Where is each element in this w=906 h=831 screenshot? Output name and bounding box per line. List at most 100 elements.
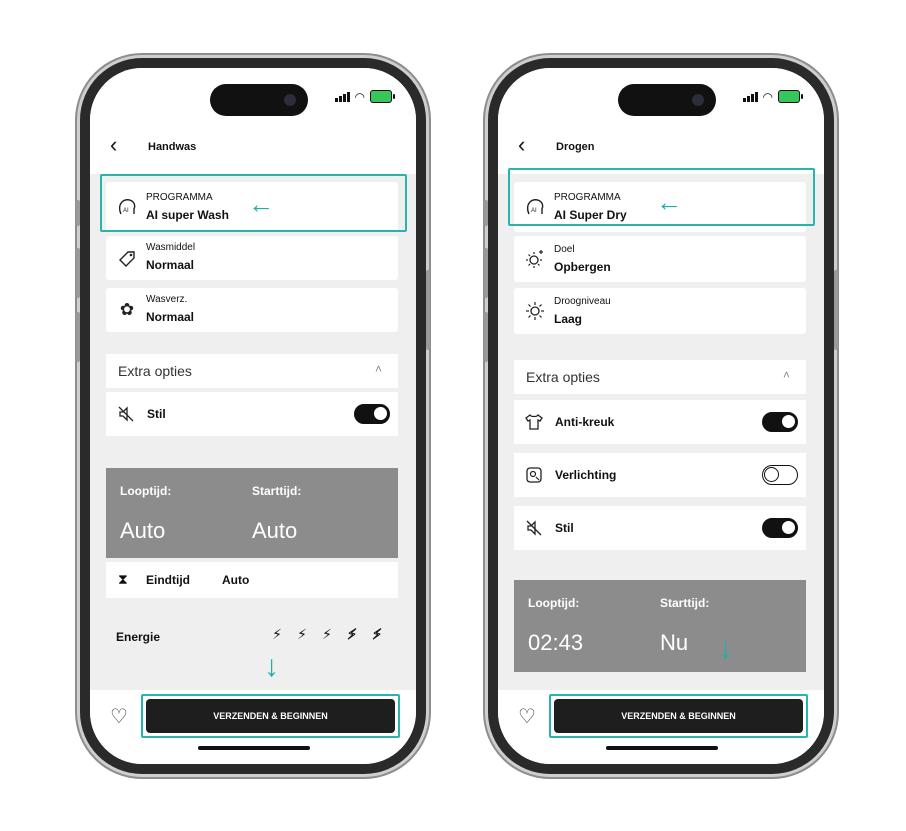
- starttime-label: Starttijd:: [660, 596, 710, 610]
- volume-down-button: [76, 312, 80, 362]
- heart-icon[interactable]: ♡: [110, 704, 128, 729]
- goal-card[interactable]: Doel Opbergen: [514, 236, 806, 282]
- option-label: Stil: [555, 521, 574, 535]
- app-header: ‹ Drogen: [498, 124, 824, 174]
- camera: [692, 94, 704, 106]
- send-start-button[interactable]: VERZENDEN & BEGINNEN: [146, 699, 395, 733]
- dry-level-label: Droogniveau: [554, 296, 611, 307]
- chevron-up-icon: ˄: [782, 368, 790, 382]
- status-bar: ◠: [498, 68, 824, 124]
- power-button: [426, 270, 430, 350]
- bolt-outline-icon[interactable]: ⚡︎: [345, 626, 359, 643]
- bolt-filled-icon[interactable]: ⚡︎: [270, 626, 284, 643]
- extra-options-header[interactable]: Extra opties ˄: [106, 354, 398, 388]
- end-time-label: Eindtijd: [146, 573, 190, 587]
- dry-level-card[interactable]: Droogniveau Laag: [514, 288, 806, 334]
- starttime-label: Starttijd:: [252, 484, 302, 498]
- send-start-button[interactable]: VERZENDEN & BEGINNEN: [554, 699, 803, 733]
- softener-card[interactable]: ✿ Wasverz. Normaal: [106, 288, 398, 332]
- battery-icon: [370, 90, 395, 103]
- stil-toggle[interactable]: [762, 518, 798, 538]
- send-highlight: VERZENDEN & BEGINNEN: [549, 694, 808, 738]
- shirt-icon: [524, 412, 544, 432]
- option-label: Anti-kreuk: [555, 415, 615, 429]
- end-time-value: Auto: [222, 573, 250, 587]
- softener-label: Wasverz.: [146, 294, 188, 305]
- wifi-icon: ◠: [762, 89, 773, 104]
- goal-value: Opbergen: [554, 260, 611, 274]
- hourglass-icon: ⧗: [118, 571, 128, 587]
- dynamic-island: [210, 84, 308, 116]
- option-row-stil: Stil: [514, 506, 806, 550]
- extra-options-label: Extra opties: [118, 363, 192, 379]
- energy-level[interactable]: ⚡︎ ⚡︎ ⚡︎ ⚡︎ ⚡︎: [270, 626, 384, 643]
- detergent-tag-icon: [116, 247, 138, 269]
- volume-up-button: [76, 248, 80, 298]
- flower-icon: ✿: [119, 300, 135, 319]
- runtime-value: Auto: [120, 518, 166, 543]
- arrow-down-icon: ↓: [718, 632, 733, 665]
- arrow-down-icon: ↓: [264, 650, 279, 683]
- volume-up-button: [484, 248, 488, 298]
- send-highlight: VERZENDEN & BEGINNEN: [141, 694, 400, 738]
- wifi-icon: ◠: [354, 89, 365, 104]
- heart-icon[interactable]: ♡: [518, 704, 536, 729]
- option-row-verlichting: Verlichting: [514, 453, 806, 497]
- footer-bar: ♡ VERZENDEN & BEGINNEN: [90, 690, 416, 764]
- time-panel[interactable]: Looptijd: 02:43 Starttijd: Nu: [514, 580, 806, 672]
- screen: ◠ ‹ Handwas AI PROGRAMMA AI super Wash ←…: [90, 68, 416, 764]
- runtime-label: Looptijd:: [120, 484, 172, 498]
- runtime-label: Looptijd:: [528, 596, 580, 610]
- volume-down-button: [484, 312, 488, 362]
- phone-left: ◠ ‹ Handwas AI PROGRAMMA AI super Wash ←…: [76, 58, 430, 774]
- sun-plus-icon: [524, 248, 546, 270]
- starttime-value: Nu: [660, 630, 689, 655]
- screen: ◠ ‹ Drogen AI PROGRAMMA AI Super Dry ← D…: [498, 68, 824, 764]
- option-label: Verlichting: [555, 468, 617, 482]
- home-indicator: [198, 746, 310, 750]
- energy-label: Energie: [116, 630, 161, 644]
- dry-level-value: Laag: [554, 312, 583, 326]
- arrow-left-icon: ←: [248, 189, 274, 219]
- status-bar: ◠: [90, 68, 416, 124]
- camera: [284, 94, 296, 106]
- bolt-filled-icon[interactable]: ⚡︎: [295, 626, 309, 643]
- extra-options-header[interactable]: Extra opties ˄: [514, 360, 806, 394]
- mute-icon: [524, 518, 544, 538]
- bolt-filled-icon[interactable]: ⚡︎: [320, 626, 334, 643]
- anti-kreuk-toggle[interactable]: [762, 412, 798, 432]
- arrow-left-icon: ←: [656, 187, 682, 217]
- stil-toggle[interactable]: [354, 404, 390, 424]
- signal-icon: [742, 91, 758, 102]
- signal-icon: [334, 91, 350, 102]
- option-row-anti-kreuk: Anti-kreuk: [514, 400, 806, 444]
- status-icons: ◠: [334, 89, 395, 104]
- runtime-value: 02:43: [528, 630, 584, 655]
- option-row-stil: Stil: [106, 392, 398, 436]
- power-button: [834, 270, 838, 350]
- end-time-row[interactable]: ⧗ Eindtijd Auto: [106, 562, 398, 598]
- back-icon[interactable]: ‹: [110, 133, 117, 157]
- silent-switch: [76, 200, 80, 226]
- time-panel[interactable]: Looptijd: Auto Starttijd: Auto: [106, 468, 398, 558]
- footer-bar: ♡ VERZENDEN & BEGINNEN: [498, 690, 824, 764]
- verlichting-toggle[interactable]: [762, 465, 798, 485]
- detergent-value: Normaal: [146, 258, 195, 272]
- light-icon: [524, 465, 544, 485]
- phone-right: ◠ ‹ Drogen AI PROGRAMMA AI Super Dry ← D…: [484, 58, 838, 774]
- page-title: Drogen: [556, 141, 595, 153]
- silent-switch: [484, 200, 488, 226]
- bolt-outline-icon[interactable]: ⚡︎: [370, 626, 384, 643]
- softener-value: Normaal: [146, 310, 195, 324]
- chevron-up-icon: ˄: [374, 362, 382, 376]
- dynamic-island: [618, 84, 716, 116]
- detergent-label: Wasmiddel: [146, 242, 196, 253]
- option-label: Stil: [147, 407, 166, 421]
- detergent-card[interactable]: Wasmiddel Normaal: [106, 236, 398, 280]
- battery-icon: [778, 90, 803, 103]
- mute-icon: [116, 404, 136, 424]
- sun-icon: [524, 300, 546, 322]
- status-icons: ◠: [742, 89, 803, 104]
- starttime-value: Auto: [252, 518, 298, 543]
- back-icon[interactable]: ‹: [518, 133, 525, 157]
